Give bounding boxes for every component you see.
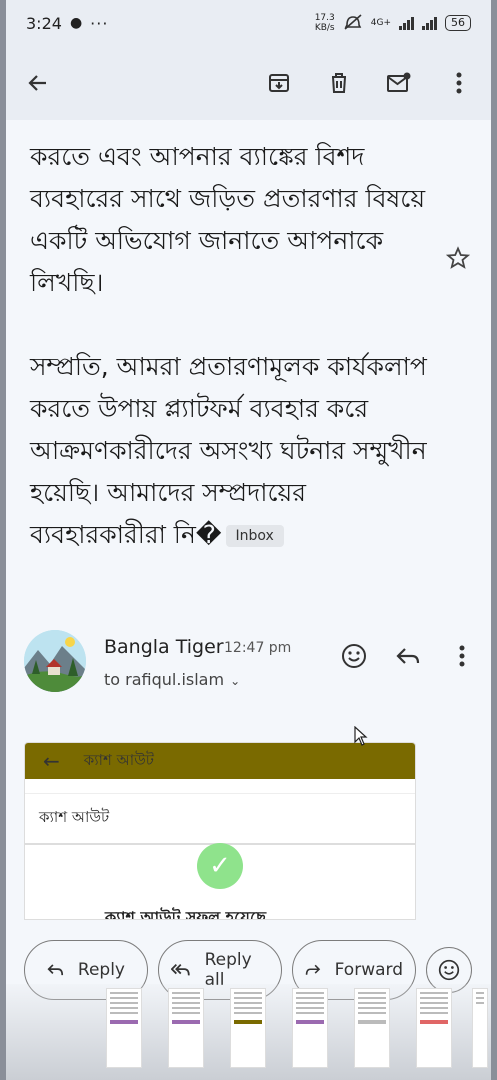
email-content[interactable]: করতে এবং আপনার ব্যাঙ্কের বিশদ ব্যবহারের …: [6, 120, 491, 920]
inbox-label-chip[interactable]: Inbox: [225, 525, 284, 547]
window-frame-right: [491, 0, 497, 1080]
more-notifications-icon: ···: [90, 13, 109, 33]
delete-icon[interactable]: [325, 69, 353, 97]
recent-apps-strip: [6, 984, 491, 1080]
app-bar: [6, 46, 491, 120]
sender-row: Bangla Tiger 12:47 pm to rafiqul.islam ⌄: [24, 630, 484, 700]
recent-app-thumbnail[interactable]: [292, 988, 328, 1068]
attachment-header-title: ক্যাশ আউট: [83, 750, 154, 769]
sender-name[interactable]: Bangla Tiger: [104, 636, 224, 658]
message-notification-icon: ●: [69, 15, 83, 31]
email-body: করতে এবং আপনার ব্যাঙ্কের বিশদ ব্যবহারের …: [30, 136, 435, 598]
recent-app-thumbnail[interactable]: [472, 988, 488, 1068]
network-speed-value: 17.3: [314, 13, 335, 23]
email-paragraph-2: সম্প্রতি, আমরা প্রতারণামূলক কার্যকলাপ কর…: [30, 346, 435, 556]
chevron-down-icon: ⌄: [230, 674, 241, 688]
archive-icon[interactable]: [265, 69, 293, 97]
recipient-text: to rafiqul.islam: [104, 670, 225, 689]
forward-label: Forward: [334, 960, 403, 980]
signal-2-icon: [422, 16, 437, 30]
network-speed-unit: KB/s: [314, 23, 335, 33]
reply-label: Reply: [77, 960, 125, 980]
sender-time: 12:47 pm: [224, 640, 292, 656]
mouse-cursor-icon: [354, 725, 368, 750]
recent-app-thumbnail[interactable]: [168, 988, 204, 1068]
recent-app-thumbnail[interactable]: [354, 988, 390, 1068]
do-not-disturb-icon: [343, 13, 363, 34]
add-reaction-icon: [438, 959, 460, 981]
check-icon: ✓: [197, 843, 243, 889]
arrow-left-icon[interactable]: [24, 69, 52, 97]
network-type: 4G+: [370, 18, 391, 28]
more-vert-icon[interactable]: [445, 69, 473, 97]
more-vert-icon[interactable]: [448, 642, 476, 670]
reply-all-icon: [171, 964, 190, 976]
avatar[interactable]: [24, 630, 86, 692]
arrow-left-icon: ←: [43, 749, 60, 773]
attachment-subtitle: ক্যাশ আউট: [25, 793, 415, 845]
mark-unread-icon[interactable]: [385, 69, 413, 97]
forward-icon: [305, 964, 321, 975]
recent-app-thumbnail[interactable]: [230, 988, 266, 1068]
network-speed: 17.3 KB/s: [315, 13, 335, 33]
recipient-details[interactable]: to rafiqul.islam ⌄: [104, 670, 240, 689]
status-time: 3:24: [26, 13, 62, 33]
add-reaction-icon[interactable]: [340, 642, 368, 670]
reply-icon: [47, 964, 64, 976]
signal-1-icon: [399, 16, 414, 30]
email-paragraph-2-text: সম্প্রতি, আমরা প্রতারণামূলক কার্যকলাপ কর…: [30, 352, 427, 549]
status-bar: 3:24 ● ··· 17.3 KB/s 4G+ 56: [6, 0, 491, 46]
reply-icon[interactable]: [394, 642, 422, 670]
bottom-action-bar: Reply Reply all Forward: [6, 920, 491, 1080]
attachment-success-text: ক্যাশ আউট সফল হয়েছে: [105, 908, 267, 920]
attachment-image[interactable]: ← ক্যাশ আউট ক্যাশ আউট ✓ ক্যাশ আউট সফল হয…: [24, 742, 416, 920]
email-paragraph-1: করতে এবং আপনার ব্যাঙ্কের বিশদ ব্যবহারের …: [30, 142, 426, 297]
recent-app-thumbnail[interactable]: [106, 988, 142, 1068]
star-icon[interactable]: [445, 246, 471, 277]
recent-app-thumbnail[interactable]: [416, 988, 452, 1068]
battery-icon: 56: [445, 15, 471, 31]
